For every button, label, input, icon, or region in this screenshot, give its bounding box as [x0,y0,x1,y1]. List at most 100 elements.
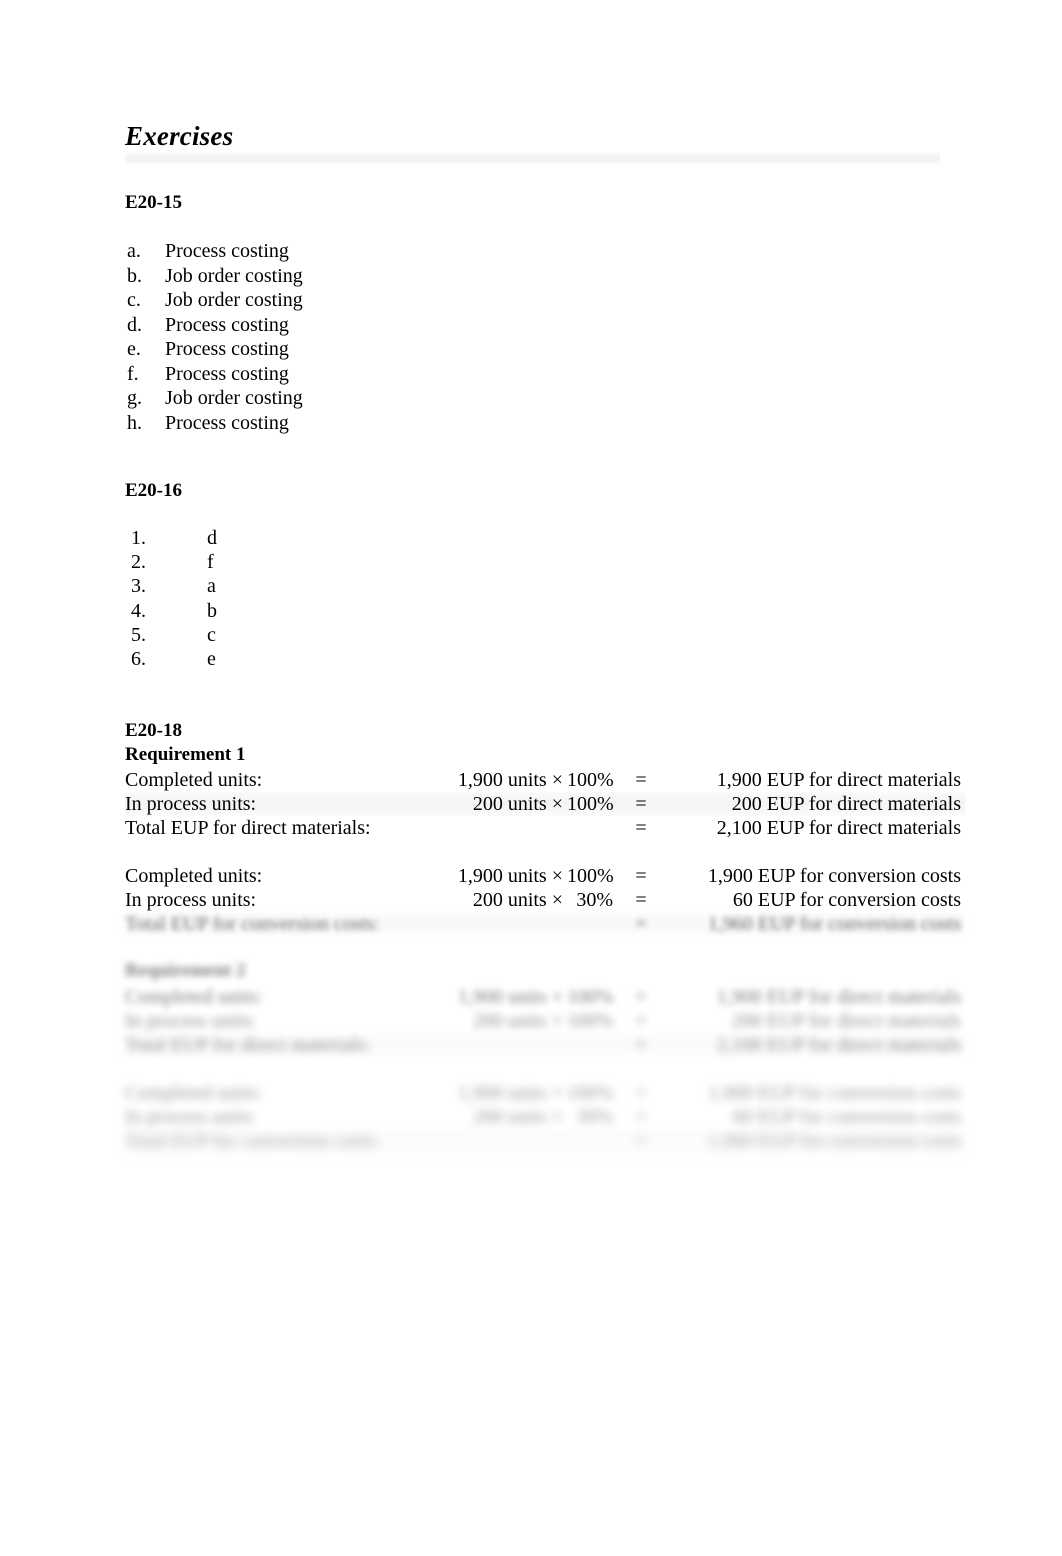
equals-sign: = [635,1106,647,1128]
eup-table-req2-materials: Completed units: 1,900 units × 100% = 1,… [125,985,965,1057]
row-units: 200 units × [472,889,563,911]
equals-sign: = [635,1010,647,1032]
table-row-total: Total EUP for direct materials: = 2,100 … [125,816,965,840]
row-result: 60 EUP for conversion costs [732,889,961,911]
list-item-marker: d. [127,313,142,336]
row-label: In process units: [125,793,257,815]
row-result: 2,100 EUP for direct materials [716,817,961,839]
row-result: 1,900 EUP for direct materials [716,986,961,1008]
list-item-label: Process costing [165,313,289,336]
list-item-label: Job order costing [165,264,303,287]
list-item: g. Job order costing [125,386,545,411]
table-row: In process units: 200 units × 30% = 60 E… [125,1105,965,1129]
list-item-marker: 4. [131,599,146,622]
row-percent: 100% [567,986,614,1008]
list-item: a. Process costing [125,239,545,264]
list-item-label: e [207,647,216,670]
equals-sign: = [635,817,647,839]
list-item-label: d [207,527,217,549]
eup-table-req2-conversion: Completed units: 1,900 units × 100% = 1,… [125,1081,965,1153]
equals-sign: = [635,913,647,935]
row-label: In process units: [125,889,257,911]
equals-sign: = [635,1082,647,1104]
table-row: In process units: 200 units × 100% = 200… [125,792,965,816]
row-units: 200 units × [472,1106,563,1128]
answer-list-e20-15: a. Process costing b. Job order costing … [125,239,545,435]
equals-sign: = [635,986,647,1008]
table-row-total: Total EUP for direct materials: = 2,100 … [125,1033,965,1057]
list-item: 4. b [125,599,425,623]
table-row: Completed units: 1,900 units × 100% = 1,… [125,864,965,888]
list-item: e. Process costing [125,337,545,362]
list-item: f. Process costing [125,362,545,387]
list-item: c. Job order costing [125,288,545,313]
list-item: h. Process costing [125,411,545,436]
equals-sign: = [635,889,647,911]
list-item-label: Process costing [165,240,289,262]
row-units: 200 units × [472,793,563,815]
requirement-1-heading: Requirement 1 [125,744,246,765]
list-item-marker: a. [127,240,141,262]
row-label: Completed units: [125,865,263,887]
row-percent: 100% [567,865,614,887]
row-label: Total EUP for conversion costs: [125,913,380,935]
row-label: Total EUP for direct materials: [125,1034,371,1056]
row-percent: 100% [567,769,614,791]
row-result: 1,900 EUP for direct materials [716,769,961,791]
row-result: 200 EUP for direct materials [731,1010,961,1032]
row-result: 200 EUP for direct materials [731,793,961,815]
list-item-marker: h. [127,411,142,434]
row-percent: 100% [567,1082,614,1104]
list-item: d. Process costing [125,313,545,338]
equals-sign: = [635,1034,647,1056]
page-title: Exercises [125,121,234,151]
document-page: Exercises E20-15 a. Process costing b. J… [0,0,1062,1556]
list-item-marker: c. [127,289,141,311]
section-label-e20-15: E20-15 [125,192,182,213]
row-percent: 100% [567,1010,614,1032]
row-units: 1,900 units × [457,986,563,1008]
list-item: 3. a [125,574,425,598]
heading-divider [125,153,940,164]
answer-list-e20-16: 1. d 2. f 3. a 4. b 5. c 6. e [125,526,425,671]
row-label: Completed units: [125,769,263,791]
list-item-marker: 1. [131,527,146,549]
list-item-marker: 3. [131,575,146,598]
list-item-label: Job order costing [165,289,303,311]
list-item-marker: 2. [131,551,146,574]
row-label: In process units: [125,1106,257,1128]
row-units: 1,900 units × [457,769,563,791]
requirement-2-heading: Requirement 2 [125,960,246,981]
row-label: Completed units: [125,1082,263,1104]
list-item-marker: 6. [131,647,146,670]
list-item-marker: f. [127,362,139,385]
list-item-label: a [207,575,216,598]
equals-sign: = [635,865,647,887]
list-item-label: Process costing [165,362,289,385]
table-row: In process units: 200 units × 30% = 60 E… [125,888,965,912]
table-row-total: Total EUP for conversion costs: = 1,960 … [125,1129,965,1153]
list-item-label: Process costing [165,411,289,434]
list-item-marker: 5. [131,623,146,646]
eup-table-req1-conversion: Completed units: 1,900 units × 100% = 1,… [125,864,965,936]
row-label: Total EUP for direct materials: [125,817,371,839]
equals-sign: = [635,769,647,791]
row-percent: 100% [567,793,614,815]
list-item-label: b [207,599,217,622]
table-row: In process units: 200 units × 100% = 200… [125,1009,965,1033]
table-row-total: Total EUP for conversion costs: = 1,960 … [125,912,965,936]
row-result: 60 EUP for conversion costs [732,1106,961,1128]
list-item: 2. f [125,550,425,574]
row-label: In process units: [125,1010,257,1032]
row-result: 1,900 EUP for conversion costs [707,1082,961,1104]
row-percent: 30% [576,1106,613,1128]
list-item: 6. e [125,647,425,671]
row-label: Completed units: [125,986,263,1008]
row-units: 200 units × [472,1010,563,1032]
section-label-e20-18: E20-18 [125,720,182,741]
list-item-label: c [207,623,216,646]
row-label: Total EUP for conversion costs: [125,1130,380,1152]
table-row: Completed units: 1,900 units × 100% = 1,… [125,768,965,792]
list-item: 1. d [125,526,425,550]
equals-sign: = [635,793,647,815]
